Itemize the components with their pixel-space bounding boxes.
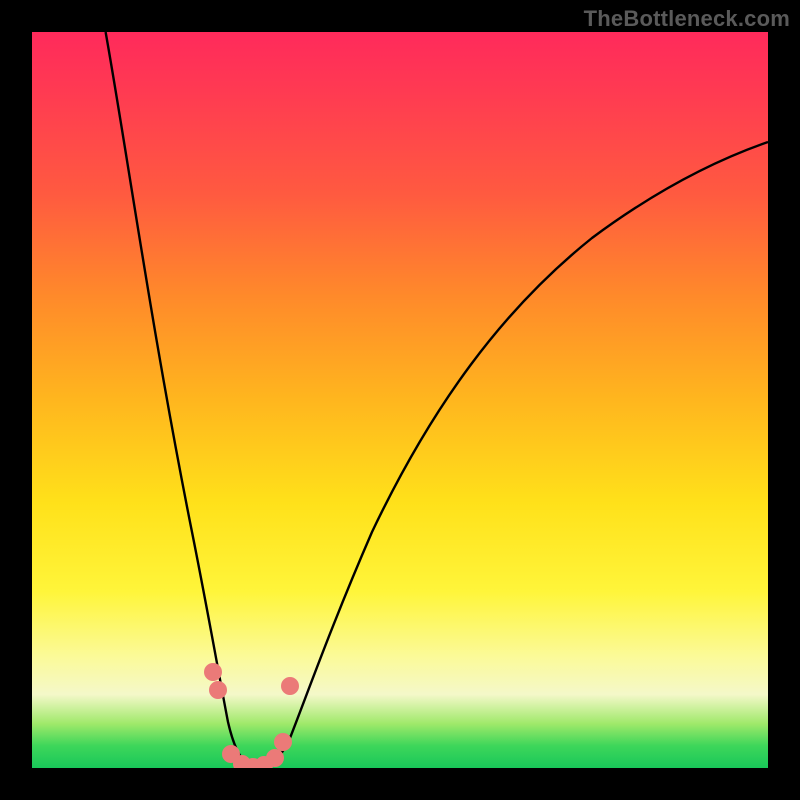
marker-dot: [282, 678, 299, 695]
chart-svg: [32, 32, 768, 768]
marker-dot: [210, 682, 227, 699]
watermark-text: TheBottleneck.com: [584, 6, 790, 32]
marker-group: [205, 664, 299, 769]
marker-dot: [275, 734, 292, 751]
marker-dot: [205, 664, 222, 681]
bottleneck-curve: [106, 32, 768, 767]
chart-frame: TheBottleneck.com: [0, 0, 800, 800]
marker-dot: [267, 750, 284, 767]
plot-area: [32, 32, 768, 768]
